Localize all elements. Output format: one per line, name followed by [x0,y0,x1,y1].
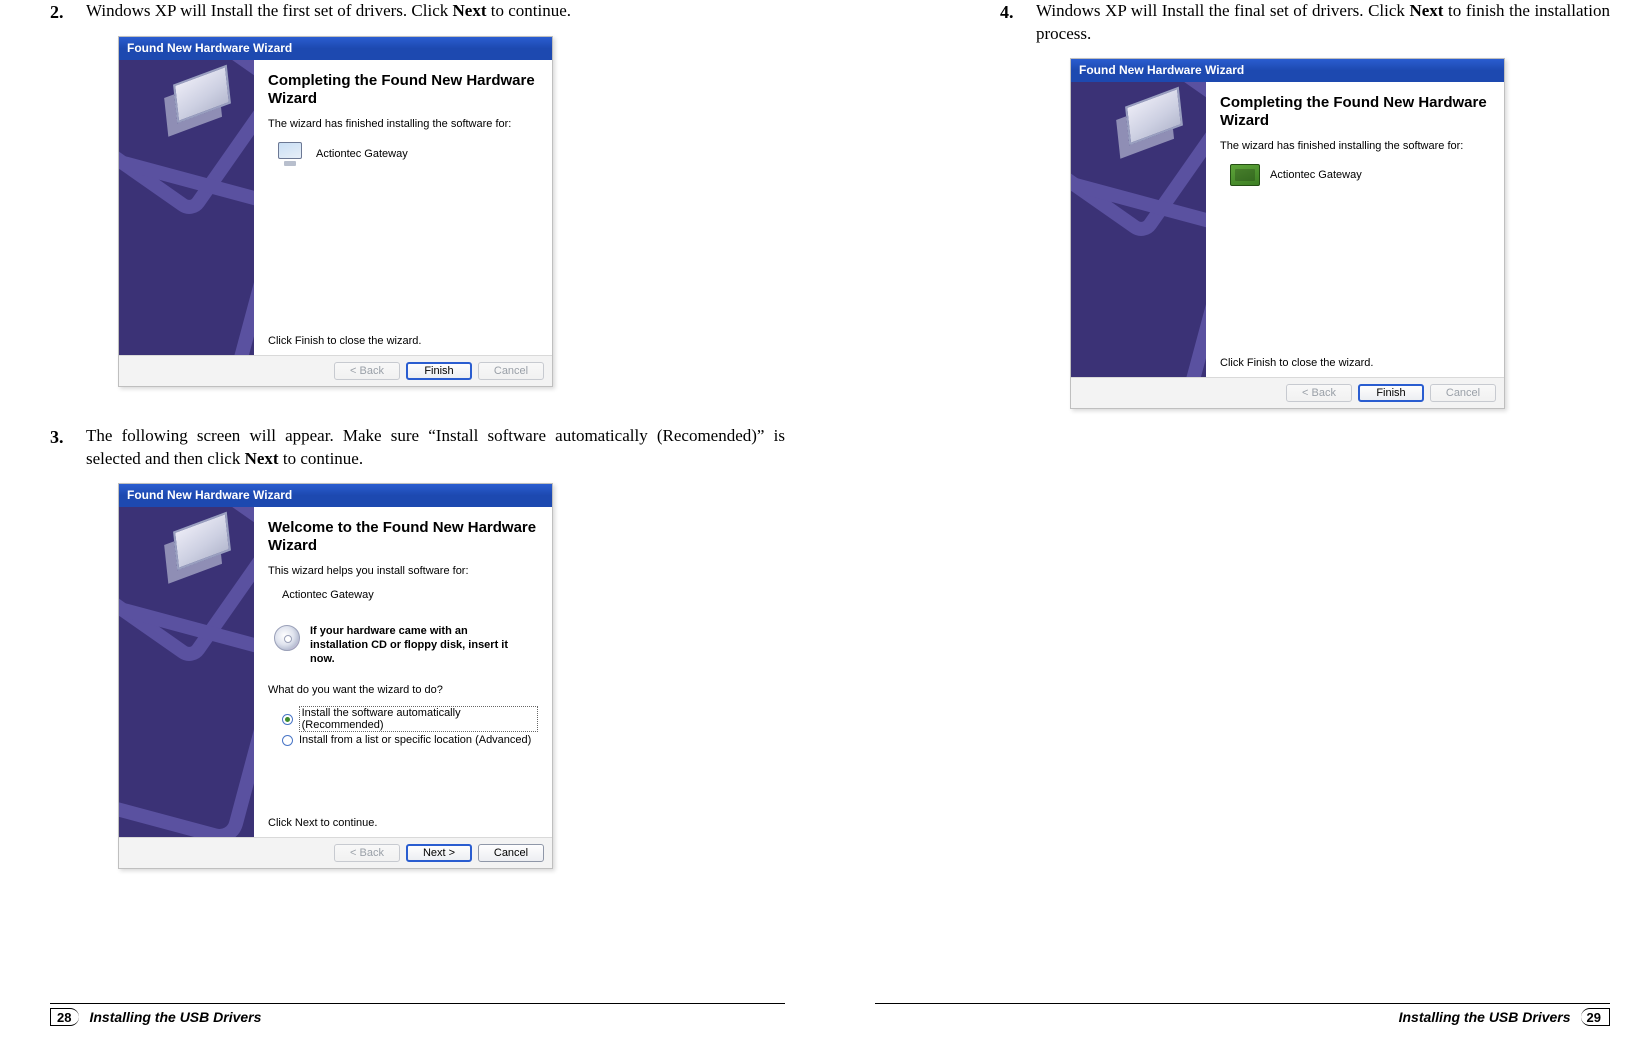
finish-button[interactable]: Finish [1358,384,1424,402]
radio-specific-label: Install from a list or specific location… [299,734,531,746]
page-number: 29 [1581,1008,1610,1026]
device-row: Actiontec Gateway [282,589,538,601]
wizard-button-bar: < Back Next > Cancel [119,837,552,868]
wizard-heading: Completing the Found New Hardware Wizard [1220,94,1490,130]
wizard-sidebar-graphic [119,507,254,837]
wizard-heading: Completing the Found New Hardware Wizard [268,72,538,108]
chip-icon [1230,164,1260,186]
cancel-button[interactable]: Cancel [1430,384,1496,402]
wizard-sidebar-graphic [119,60,254,355]
step-3-text: The following screen will appear. Make s… [86,425,785,471]
wizard-titlebar: Found New Hardware Wizard [1071,59,1504,82]
radio-specific[interactable] [282,735,293,746]
monitor-icon [278,142,306,166]
radio-group: Install the software automatically (Reco… [282,704,538,748]
manual-page-right: 4. Windows XP will Install the final set… [825,0,1650,1044]
wizard-button-bar: < Back Finish Cancel [119,355,552,386]
wizard-subtext: The wizard has finished installing the s… [1220,140,1490,152]
wizard-titlebar: Found New Hardware Wizard [119,37,552,60]
back-button[interactable]: < Back [334,844,400,862]
radio-specific-row[interactable]: Install from a list or specific location… [282,734,538,746]
back-button[interactable]: < Back [334,362,400,380]
page-section-title: Installing the USB Drivers [1399,1009,1571,1025]
device-name: Actiontec Gateway [282,589,374,601]
page-section-title: Installing the USB Drivers [89,1009,261,1025]
device-name: Actiontec Gateway [1270,169,1362,181]
step-2-text: Windows XP will Install the first set of… [86,0,571,24]
radio-auto-row[interactable]: Install the software automatically (Reco… [282,706,538,732]
device-name: Actiontec Gateway [316,148,408,160]
wizard-titlebar: Found New Hardware Wizard [119,484,552,507]
cancel-button[interactable]: Cancel [478,362,544,380]
page-number: 28 [50,1008,79,1026]
step-4-text: Windows XP will Install the final set of… [1036,0,1610,46]
wizard-footer-hint: Click Finish to close the wizard. [268,327,538,347]
step-4-number: 4. [1000,0,1036,46]
cd-icon [274,625,300,651]
wizard-footer-hint: Click Finish to close the wizard. [1220,349,1490,369]
step-2-number: 2. [50,0,86,24]
cd-hint-text: If your hardware came with an installati… [310,625,520,666]
device-row: Actiontec Gateway [1230,164,1490,186]
wizard-button-bar: < Back Finish Cancel [1071,377,1504,408]
page-footer-left: 28 Installing the USB Drivers [50,1003,785,1026]
manual-page-left: 2. Windows XP will Install the first set… [0,0,825,1044]
step-2: 2. Windows XP will Install the first set… [50,0,785,24]
cancel-button[interactable]: Cancel [478,844,544,862]
wizard-sidebar-graphic [1071,82,1206,377]
back-button[interactable]: < Back [1286,384,1352,402]
page-footer-right: Installing the USB Drivers 29 [875,1003,1610,1026]
device-row: Actiontec Gateway [278,142,538,166]
wizard-heading: Welcome to the Found New Hardware Wizard [268,519,538,555]
wizard-complete-1: Found New Hardware Wizard Completing the… [118,36,553,387]
next-button[interactable]: Next > [406,844,472,862]
cd-hint-row: If your hardware came with an installati… [274,625,538,666]
wizard-prompt: What do you want the wizard to do? [268,684,538,696]
wizard-subtext: The wizard has finished installing the s… [268,118,538,130]
wizard-footer-hint: Click Next to continue. [268,809,538,829]
radio-auto[interactable] [282,714,293,725]
step-3-number: 3. [50,425,86,471]
finish-button[interactable]: Finish [406,362,472,380]
step-3: 3. The following screen will appear. Mak… [50,425,785,471]
radio-auto-label: Install the software automatically (Reco… [299,706,538,732]
wizard-subtext: This wizard helps you install software f… [268,565,538,577]
wizard-complete-2: Found New Hardware Wizard Completing the… [1070,58,1505,409]
step-4: 4. Windows XP will Install the final set… [1000,0,1610,46]
wizard-welcome: Found New Hardware Wizard Welcome to the… [118,483,553,869]
